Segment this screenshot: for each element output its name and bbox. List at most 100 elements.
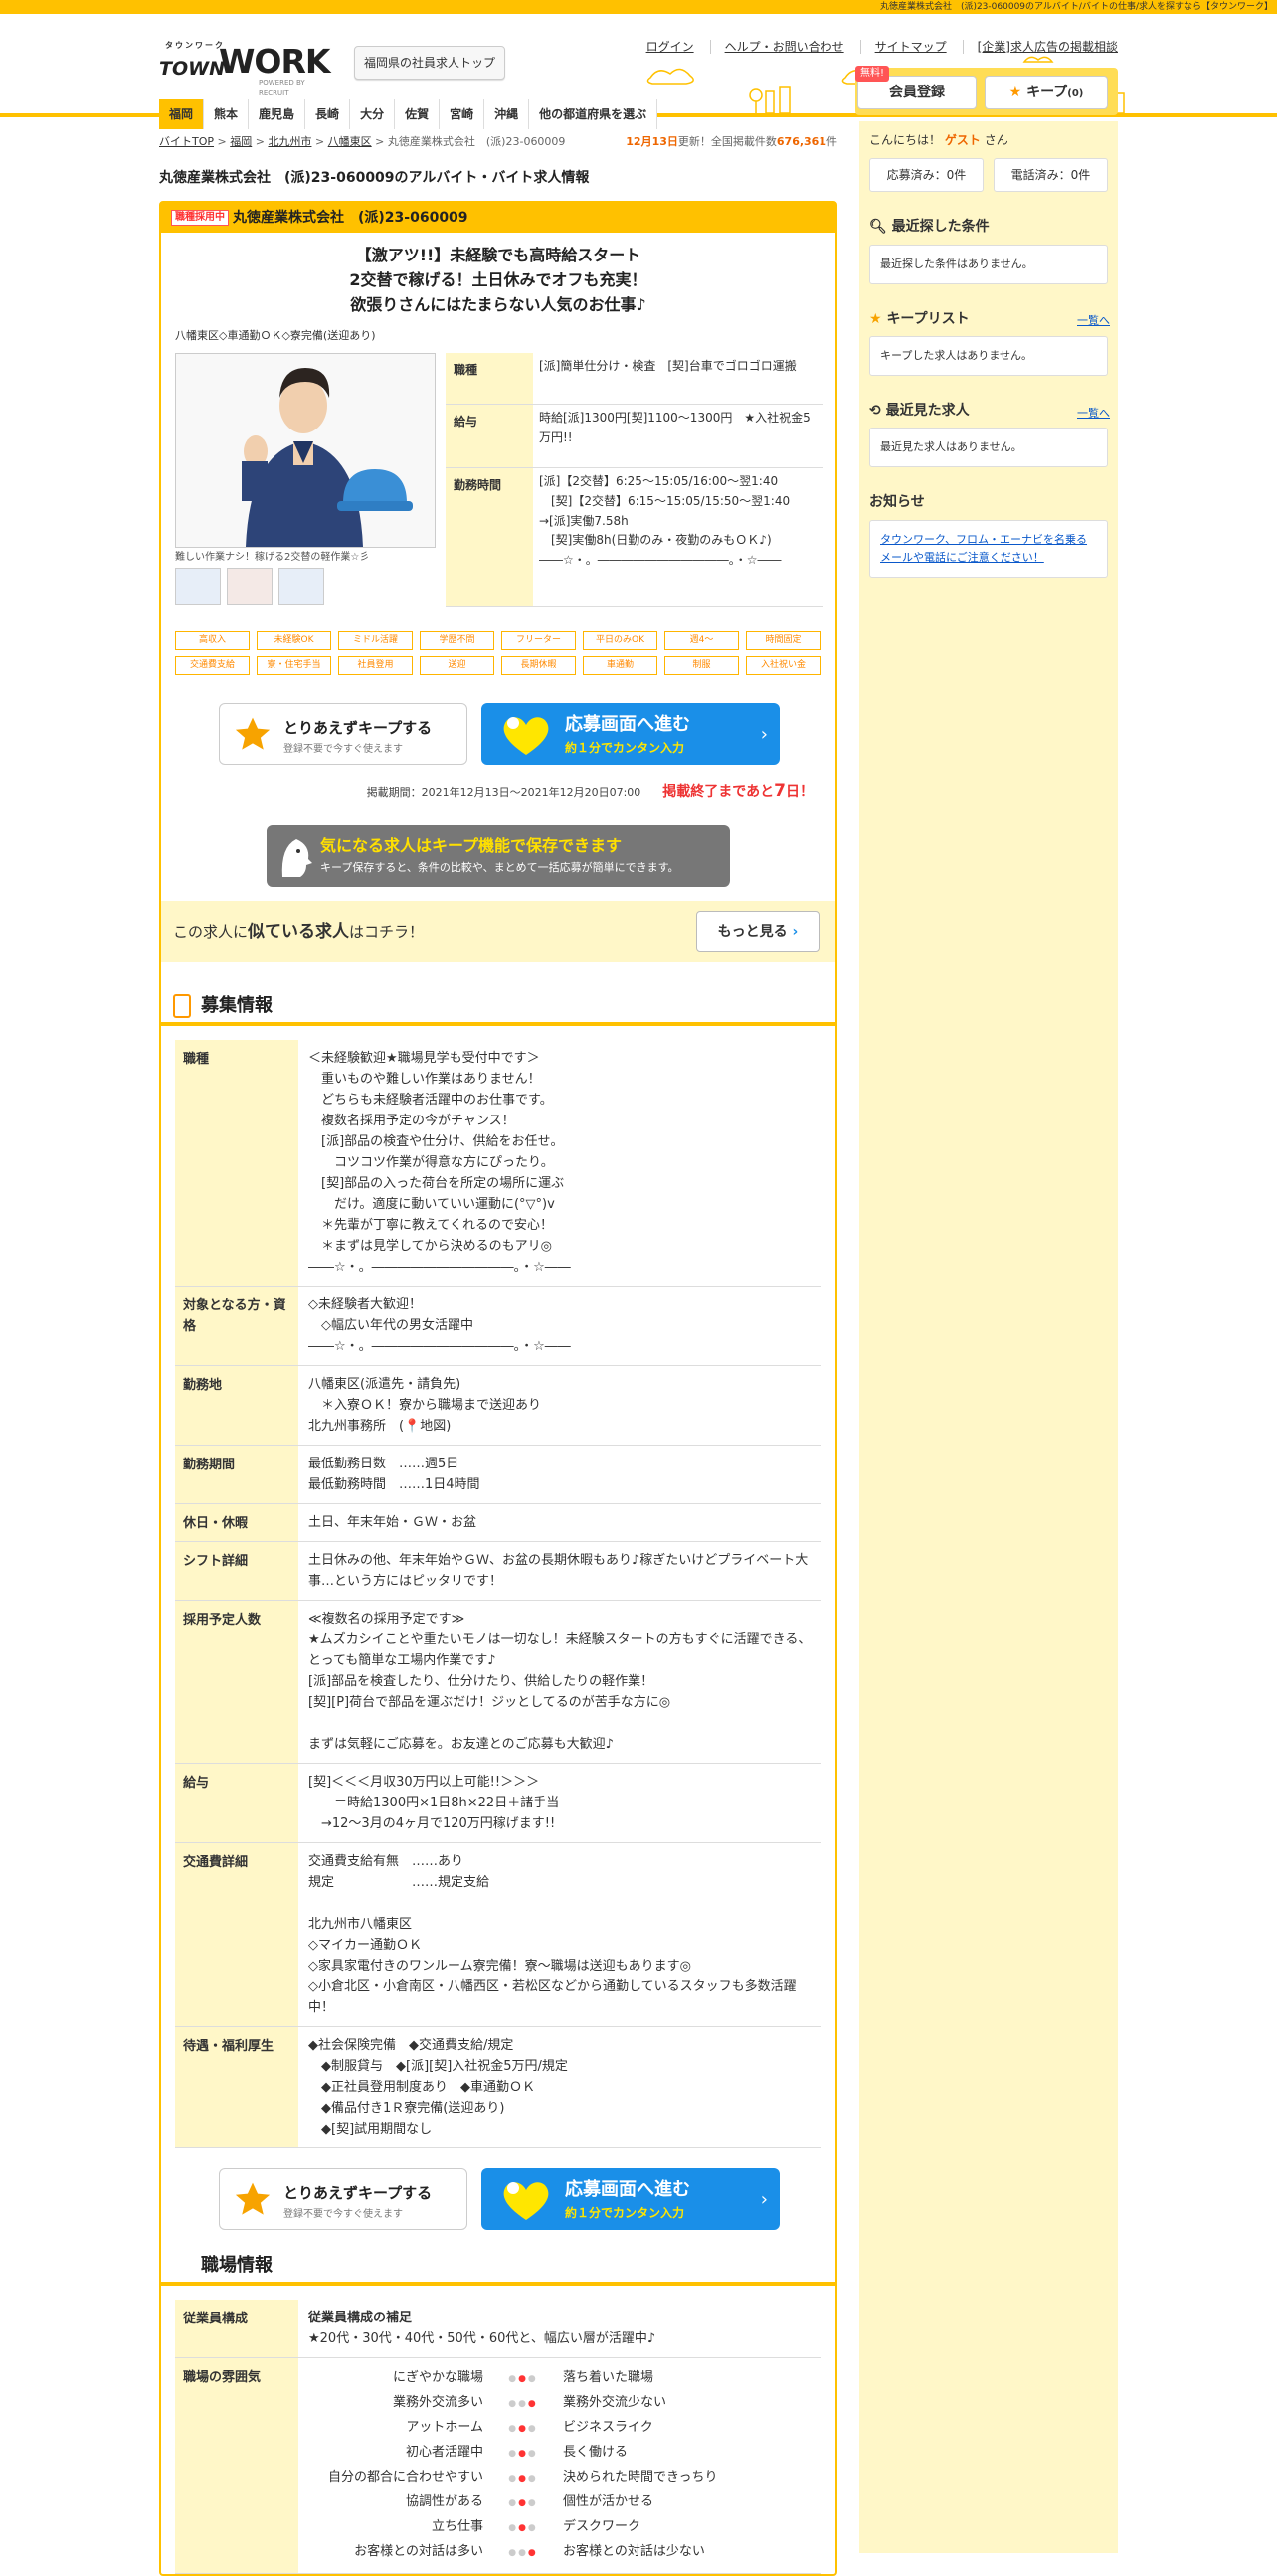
breadcrumb-top[interactable]: バイトTOP [159,135,214,148]
sidebar: こんにちは！ ゲスト さん 応募済み：0件 電話済み：0件 🔍︎ 最近探した条件… [859,121,1118,2553]
keep-button-bottom[interactable]: とりあえずキープする 登録不要で今すぐ使えます [219,2168,467,2231]
mood-dot: ● [508,2399,519,2410]
tag[interactable]: 寮・住宅手当 [257,655,331,675]
tag[interactable]: 交通費支給 [175,655,250,675]
mood-left-label: 業務外交流多い [392,2395,483,2411]
company-name: 丸徳産業株式会社 (派)23-060009 [233,210,468,227]
header: タウンワーク TOWN WORK POWERED BY RECRUIT 福岡県の… [0,14,1277,129]
mood-right-label: 落ち着いた職場 [563,2370,654,2386]
tag[interactable]: 週4～ [664,630,739,650]
similar-post: はコチラ！ [349,923,425,942]
tag[interactable]: 未経験OK [257,630,331,650]
tag[interactable]: 制服 [664,655,739,675]
breadcrumb-kitakyushu[interactable]: 北九州市 [268,135,311,148]
keep-list-title: キープリスト [886,310,970,327]
recent-search-box: 最近探した条件はありません。 [869,244,1108,284]
job-summary: 難しい作業ナシ！稼げる2交替の軽作業☆彡 職種 [派]簡単仕分け・検査 [契]台車… [161,352,835,621]
breadcrumb-current: 丸徳産業株式会社 (派)23-060009 [387,135,566,148]
keep-button[interactable]: とりあえずキープする 登録不要で今すぐ使えます [219,702,467,765]
row-label: 勤務期間 [175,1446,298,1504]
viewed-header: ⟲ 最近見た求人 一覧へ [859,376,1118,422]
mood-row: 初心者活躍中 ●●● 長く働ける [308,2441,812,2466]
breadcrumb-yahatahigashi[interactable]: 八幡東区 [328,135,372,148]
recent-search-title: 最近探した条件 [891,219,990,236]
tag[interactable]: 社員登用 [338,655,413,675]
catch-line-1: 【激アツ!!】未経験でも高時給スタート [355,246,641,265]
row-label: 職場の雰囲気 [175,2358,298,2574]
chevron-right-icon: › [760,2189,768,2211]
townwork-logo[interactable]: タウンワーク TOWN WORK POWERED BY RECRUIT [159,40,333,97]
tag[interactable]: 車通勤 [583,655,657,675]
detail-value: [派]【2交替】6:25～15:05/16:00～翌1:40 [契]【2交替】6… [539,473,791,568]
table-row: シフト詳細 土日休みの他、年末年始やＧＷ、お盆の長期休暇もあり♪稼ぎたいけどプライ… [175,1542,821,1602]
more-similar-button[interactable]: もっと見る › [696,911,820,953]
viewed-more-link[interactable]: 一覧へ [1077,405,1110,423]
mood-dot-selected: ● [527,2399,538,2410]
apply-button-sub: 約１分でカンタン入力 [565,2206,685,2221]
keep-header-button[interactable]: ★ キープ(0) [985,76,1108,109]
workplace-table: 従業員構成 従業員構成の補足 ★20代・30代・40代・50代・60代と、幅広い層が… [175,2300,821,2575]
update-count: 676,361 [776,135,826,148]
mood-dot: ● [508,2548,519,2559]
row-label: 勤務地 [175,1366,298,1446]
feature-tags: 高収入 未経験OK ミドル活躍 学歴不問 フリーター 平日のみOK 週4～ 時間固定 交通費支… [161,621,835,675]
workplace-section-title: 職場情報 [201,2255,273,2277]
tag[interactable]: フリーター [501,630,576,650]
mood-dot: ● [527,2498,538,2509]
tag[interactable]: 時間固定 [746,630,821,650]
row-value: 従業員構成の補足 ★20代・30代・40代・50代・60代と、幅広い層が活躍中♪ [298,2300,821,2357]
update-date: 12月13日 [626,135,678,148]
detail-row: 勤務時間 [派]【2交替】6:25～15:05/16:00～翌1:40 [契]【2… [446,467,823,607]
row-value: ◆社会保険完備 ◆交通費支給/規定 ◆制服貸与 ◆[派][契]入社祝金5万円/規… [308,2038,568,2138]
called-count[interactable]: 電話済み：0件 [994,158,1108,193]
similar-pre: この求人に [173,923,249,942]
keep-list-more-link[interactable]: 一覧へ [1077,312,1110,330]
apply-button[interactable]: 応募画面へ進む 約１分でカンタン入力 › [481,702,780,765]
tag[interactable]: 高収入 [175,630,250,650]
tag[interactable]: 学歴不問 [420,630,494,650]
similar-jobs-bar: この求人に似ている求人はコチラ！ もっと見る › [161,901,835,963]
mood-dot: ● [527,2424,538,2435]
tag[interactable]: 送迎 [420,655,494,675]
logo-town: TOWN [159,58,225,80]
notice-header: お知らせ [869,494,925,511]
mood-dot-selected: ● [527,2548,538,2559]
row-value: 最低勤務日数 ……週5日 最低勤務時間 ……1日4時間 [308,1457,480,1493]
row-value: 八幡東区(派遣先・請負先) ＊入寮ＯＫ！寮から職場まで送迎あり 北九州事務所 (… [308,1377,542,1435]
page-body: バイトTOP > 福岡 > 北九州市 > 八幡東区 > 丸徳産業株式会社 (派)… [0,121,1277,2576]
more-similar-label: もっと見る [717,924,788,941]
keep-button-title: とりあえずキープする [283,2184,433,2203]
pref-top-button[interactable]: 福岡県の社員求人トップ [354,46,505,80]
row-label: 交通費詳細 [175,1843,298,2027]
mood-left-label: 自分の都合に合わせやすい [327,2470,483,2486]
recent-search-header: 🔍︎ 最近探した条件 [859,192,1118,238]
row-label: 待遇・福利厚生 [175,2027,298,2148]
tag[interactable]: 平日のみOK [583,630,657,650]
greeting-post: さん [984,133,1008,147]
row-label: 職種 [175,1040,298,1287]
days-left-post: 日！ [786,783,814,800]
table-row: 勤務期間 最低勤務日数 ……週5日 最低勤務時間 ……1日4時間 [175,1446,821,1505]
tag[interactable]: 長期休暇 [501,655,576,675]
thumbnail-1[interactable] [175,567,221,605]
thumbnail-3[interactable] [278,567,324,605]
update-mid: 更新！全国掲載件数 [677,135,777,148]
job-photo[interactable] [175,352,436,548]
applied-count[interactable]: 応募済み：0件 [869,158,984,193]
greeting: こんにちは！ ゲスト さん [859,121,1118,150]
tag[interactable]: 入社祝い金 [746,655,821,675]
row-label: 採用予定人数 [175,1601,298,1764]
mood-row: 立ち仕事 ●●● デスクワーク [308,2515,812,2540]
notice-link[interactable]: タウンワーク、フロム・エーナビを名乗るメールや電話にご注意ください！ [880,533,1087,564]
update-unit: 件 [826,135,837,148]
top-banner: 丸徳産業株式会社 (派)23-060009のアルバイト/バイトの仕事/求人を探す… [0,0,1277,14]
keep-feature-banner[interactable]: 気になる求人はキープ機能で保存できます キープ保存すると、条件の比較や、まとめて… [267,825,730,888]
row-label: 給与 [175,1764,298,1843]
thumbnail-2[interactable] [227,567,273,605]
breadcrumb-fukuoka[interactable]: 福岡 [230,135,252,148]
heart-icon [503,716,549,755]
apply-button-bottom[interactable]: 応募画面へ進む 約１分でカンタン入力 › [481,2168,780,2231]
tag[interactable]: ミドル活躍 [338,630,413,650]
row-value: [契]＜＜＜月収30万円以上可能!!＞＞＞ ＝時給1300円×1日8h×22日＋… [308,1775,560,1832]
mood-dot: ● [508,2424,519,2435]
